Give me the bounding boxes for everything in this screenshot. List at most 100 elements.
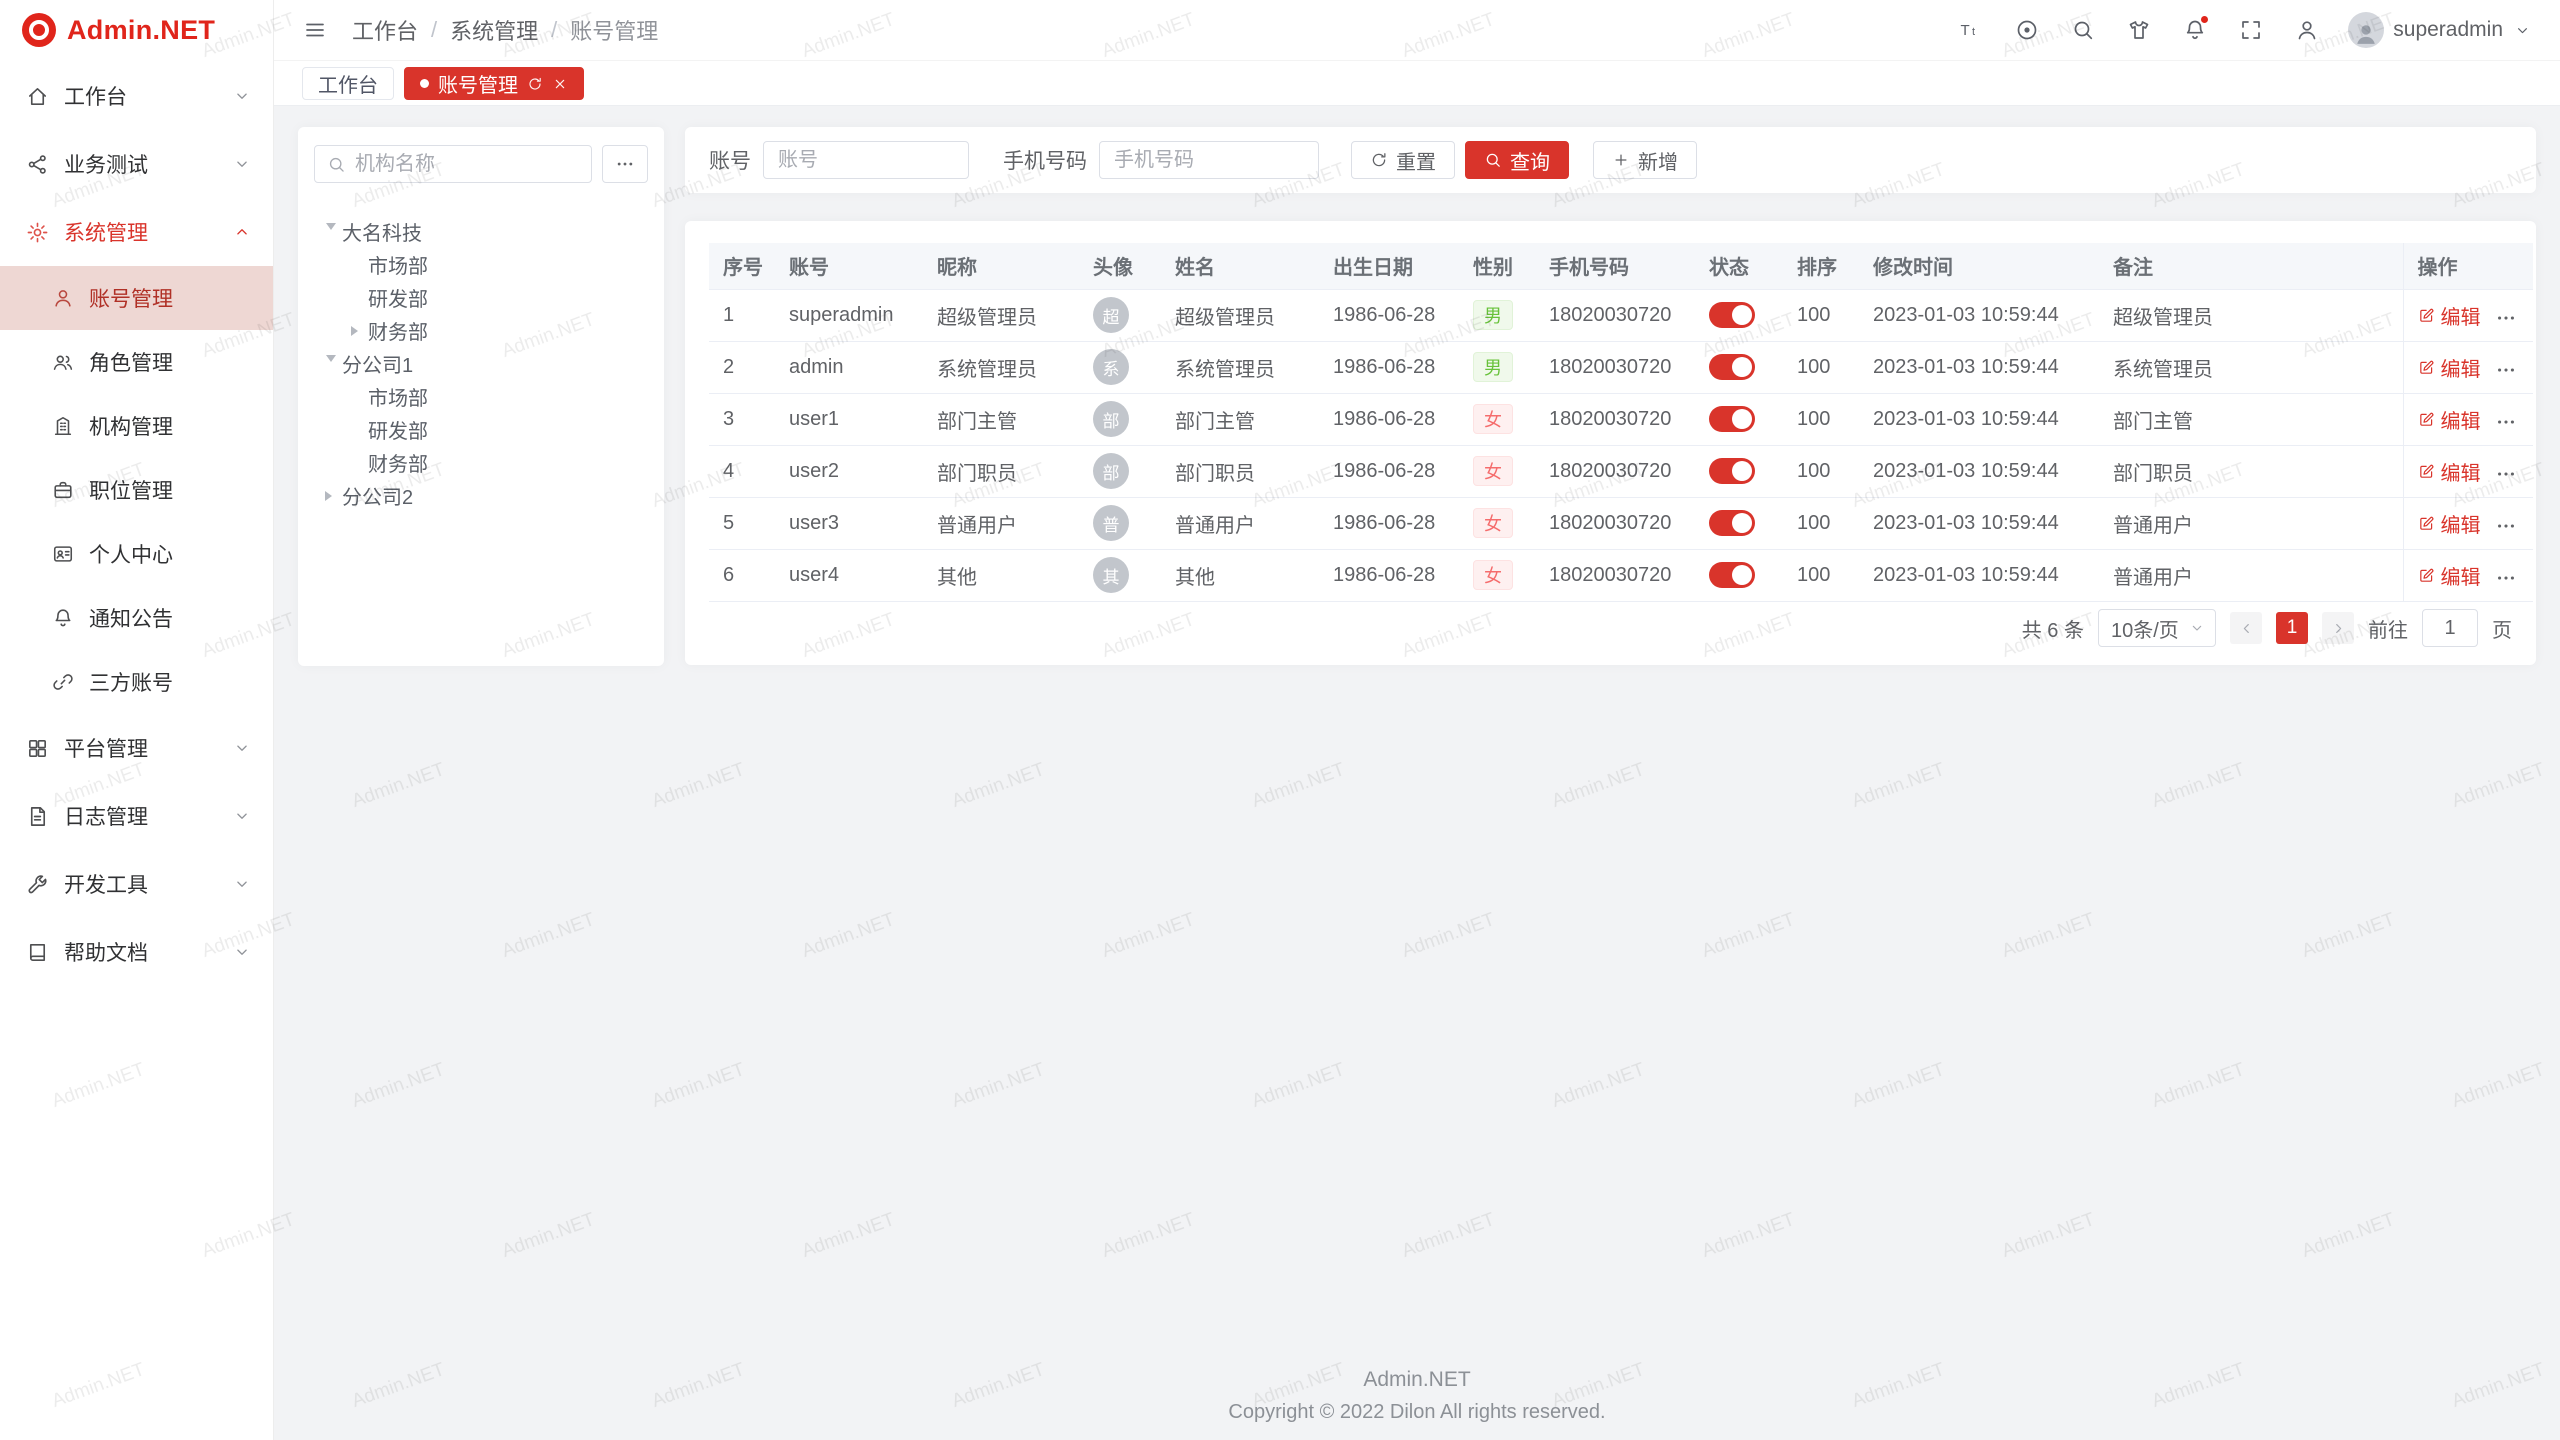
more-actions-button[interactable] — [2495, 463, 2517, 485]
record-button[interactable] — [2012, 15, 2042, 45]
refresh-icon[interactable] — [527, 76, 543, 92]
status-toggle[interactable] — [1709, 354, 1755, 380]
user-menu[interactable]: superadmin — [2348, 12, 2532, 48]
main-area: 工作台/系统管理/账号管理 Tt superadmin 工作台账号管理 — [274, 0, 2560, 1440]
tree-node[interactable]: 财务部 — [314, 314, 648, 347]
search-button[interactable]: 查询 — [1465, 141, 1569, 179]
caret-down-icon[interactable] — [314, 215, 342, 248]
edit-label: 编辑 — [2441, 405, 2481, 434]
org-name-input[interactable] — [355, 153, 579, 176]
sidebar-item-account-management[interactable]: 账号管理 — [0, 266, 273, 330]
caret-right-icon[interactable] — [314, 479, 342, 512]
chevron-down-icon — [2512, 20, 2532, 40]
tree-node[interactable]: 财务部 — [314, 446, 648, 479]
tree-node[interactable]: 分公司2 — [314, 479, 648, 512]
logo-icon — [22, 13, 56, 47]
cell-account: user4 — [775, 549, 923, 601]
sidebar-item-platform-management[interactable]: 平台管理 — [0, 714, 273, 782]
edit-button[interactable]: 编辑 — [2418, 405, 2481, 434]
sidebar-item-dev-tools[interactable]: 开发工具 — [0, 850, 273, 918]
tree-node[interactable]: 大名科技 — [314, 215, 648, 248]
fullscreen-button[interactable] — [2236, 15, 2266, 45]
tree-node[interactable]: 分公司1 — [314, 347, 648, 380]
more-actions-button[interactable] — [2495, 515, 2517, 537]
caret-down-icon[interactable] — [314, 347, 342, 380]
sidebar-item-workbench[interactable]: 工作台 — [0, 62, 273, 130]
tab-workbench[interactable]: 工作台 — [302, 67, 394, 100]
sidebar-item-personal-center[interactable]: 个人中心 — [0, 522, 273, 586]
more-actions-button[interactable] — [2495, 359, 2517, 381]
tree-node[interactable]: 研发部 — [314, 281, 648, 314]
cell-birth: 1986-06-28 — [1319, 497, 1459, 549]
breadcrumb-item[interactable]: 工作台 — [352, 14, 418, 46]
sidebar-item-help-docs[interactable]: 帮助文档 — [0, 918, 273, 986]
tree-node-label: 分公司2 — [342, 481, 413, 510]
app-root: Admin.NET 工作台业务测试系统管理账号管理角色管理机构管理职位管理个人中… — [0, 0, 2560, 1440]
chevron-down-icon — [233, 943, 251, 961]
tree-node[interactable]: 研发部 — [314, 413, 648, 446]
edit-button[interactable]: 编辑 — [2418, 457, 2481, 486]
caret-right-icon[interactable] — [340, 314, 368, 347]
more-actions-button[interactable] — [2495, 411, 2517, 433]
cell-index: 5 — [709, 497, 775, 549]
sidebar-item-business-test[interactable]: 业务测试 — [0, 130, 273, 198]
notification-button[interactable] — [2180, 15, 2210, 45]
status-toggle[interactable] — [1709, 302, 1755, 328]
goto-page-input[interactable] — [2422, 609, 2478, 647]
user-icon — [52, 287, 74, 309]
tree-node-label: 财务部 — [368, 448, 428, 477]
status-toggle[interactable] — [1709, 562, 1755, 588]
edit-button[interactable]: 编辑 — [2418, 509, 2481, 538]
column-header-remark: 备注 — [2099, 243, 2403, 289]
logo-text: Admin.NET — [67, 15, 215, 46]
profile-button[interactable] — [2292, 15, 2322, 45]
tab-account-management[interactable]: 账号管理 — [404, 67, 584, 100]
theme-button[interactable] — [2124, 15, 2154, 45]
column-header-account: 账号 — [775, 243, 923, 289]
status-toggle[interactable] — [1709, 406, 1755, 432]
status-toggle[interactable] — [1709, 458, 1755, 484]
edit-button[interactable]: 编辑 — [2418, 353, 2481, 382]
sidebar-item-org-management[interactable]: 机构管理 — [0, 394, 273, 458]
sidebar-item-notice-announcement[interactable]: 通知公告 — [0, 586, 273, 650]
edit-button[interactable]: 编辑 — [2418, 301, 2481, 330]
global-search-button[interactable] — [2068, 15, 2098, 45]
app-logo[interactable]: Admin.NET — [0, 0, 273, 60]
reset-button[interactable]: 重置 — [1351, 141, 1455, 179]
edit-label: 编辑 — [2441, 301, 2481, 330]
sidebar-item-role-management[interactable]: 角色管理 — [0, 330, 273, 394]
page-number-1[interactable]: 1 — [2276, 612, 2308, 644]
sidebar-item-log-management[interactable]: 日志管理 — [0, 782, 273, 850]
cell-modified: 2023-01-03 10:59:44 — [1859, 549, 2099, 601]
cell-index: 1 — [709, 289, 775, 341]
page-size-select[interactable]: 10条/页 — [2098, 609, 2216, 647]
cell-avatar: 其 — [1079, 549, 1161, 601]
edit-button[interactable]: 编辑 — [2418, 561, 2481, 590]
sidebar-item-third-party-account[interactable]: 三方账号 — [0, 650, 273, 714]
more-actions-button[interactable] — [2495, 567, 2517, 589]
sidebar-item-position-management[interactable]: 职位管理 — [0, 458, 273, 522]
tree-node[interactable]: 市场部 — [314, 380, 648, 413]
close-icon[interactable] — [552, 76, 568, 92]
org-panel: 大名科技市场部研发部财务部分公司1市场部研发部财务部分公司2 — [298, 127, 664, 666]
org-more-button[interactable] — [602, 145, 648, 183]
phone-input[interactable] — [1099, 141, 1319, 179]
cell-avatar: 部 — [1079, 445, 1161, 497]
status-toggle[interactable] — [1709, 510, 1755, 536]
prev-page-button[interactable] — [2230, 612, 2262, 644]
plus-icon — [1612, 151, 1630, 169]
collapse-menu-button[interactable] — [300, 15, 330, 45]
cell-remark: 普通用户 — [2099, 549, 2403, 601]
tree-node[interactable]: 市场部 — [314, 248, 648, 281]
more-actions-button[interactable] — [2495, 307, 2517, 329]
tree-node-label: 分公司1 — [342, 349, 413, 378]
breadcrumb-item[interactable]: 系统管理 — [450, 14, 538, 46]
cell-remark: 部门职员 — [2099, 445, 2403, 497]
add-button[interactable]: 新增 — [1593, 141, 1697, 179]
sidebar-item-system-management[interactable]: 系统管理 — [0, 198, 273, 266]
cell-remark: 系统管理员 — [2099, 341, 2403, 393]
account-input[interactable] — [763, 141, 969, 179]
font-size-button[interactable]: Tt — [1956, 15, 1986, 45]
next-page-button[interactable] — [2322, 612, 2354, 644]
edit-icon — [2418, 515, 2435, 532]
